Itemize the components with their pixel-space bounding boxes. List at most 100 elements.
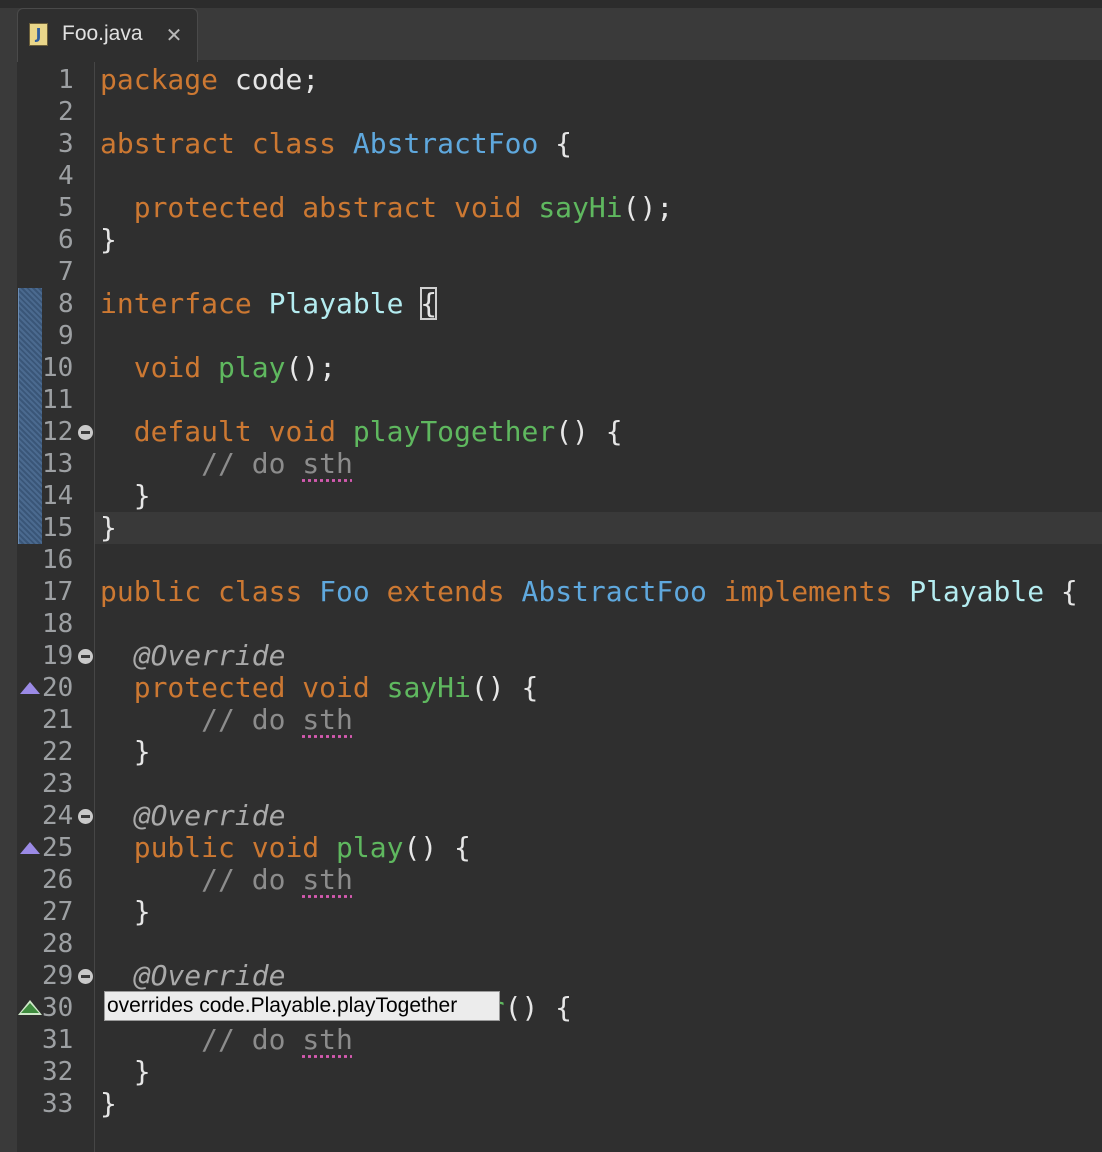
- code-line: 19 @Override: [0, 640, 1102, 672]
- line-number: 31: [42, 1025, 74, 1055]
- code-text[interactable]: }: [100, 1088, 117, 1120]
- code-line: 29 @Override: [0, 960, 1102, 992]
- code-line: 2: [0, 96, 1102, 128]
- code-token: @Override: [133, 799, 286, 832]
- tab-foo-java[interactable]: J Foo.java ✕: [17, 8, 198, 62]
- line-number: 14: [42, 481, 74, 511]
- code-token: AbstractFoo: [352, 127, 539, 160]
- code-token: code;: [218, 63, 320, 96]
- override-marker-icon[interactable]: [20, 682, 40, 694]
- code-token: void: [133, 351, 202, 384]
- code-token: // do: [201, 703, 303, 736]
- line-number: 29: [42, 961, 74, 991]
- line-number: 27: [42, 897, 74, 927]
- code-token: }: [100, 895, 151, 928]
- fold-collapse-icon[interactable]: [78, 809, 93, 824]
- code-token: }: [100, 735, 151, 768]
- code-token: sth: [302, 1023, 353, 1056]
- line-number: 16: [42, 545, 74, 575]
- fold-collapse-icon[interactable]: [78, 425, 93, 440]
- code-token: }: [100, 511, 117, 544]
- code-text[interactable]: // do sth: [100, 448, 353, 480]
- code-text[interactable]: void play();: [100, 352, 336, 384]
- code-text[interactable]: // do sth: [100, 704, 353, 736]
- line-number: 17: [42, 577, 74, 607]
- code-text[interactable]: @Override: [100, 639, 286, 672]
- code-line: 31 // do sth: [0, 1024, 1102, 1056]
- line-number: 3: [58, 129, 74, 159]
- code-token: interface: [100, 287, 252, 320]
- code-line: 3 abstract class AbstractFoo {: [0, 128, 1102, 160]
- code-text[interactable]: public class Foo extends AbstractFoo imp…: [100, 576, 1078, 608]
- code-token: @Override: [133, 639, 286, 672]
- fold-collapse-icon[interactable]: [78, 969, 93, 984]
- code-line: 7: [0, 256, 1102, 288]
- code-token: }: [100, 223, 117, 256]
- code-line: 24 @Override: [0, 800, 1102, 832]
- code-text[interactable]: // do sth: [100, 864, 353, 896]
- code-token: class: [218, 575, 303, 608]
- code-text[interactable]: abstract class AbstractFoo {: [100, 128, 572, 160]
- code-text[interactable]: }: [100, 224, 117, 256]
- code-token: () {: [555, 415, 623, 448]
- code-token: abstract: [100, 127, 235, 160]
- line-number: 2: [58, 97, 74, 127]
- code-text[interactable]: }: [100, 736, 151, 768]
- code-text[interactable]: }: [100, 480, 151, 512]
- code-line: 23: [0, 768, 1102, 800]
- code-token: void: [268, 415, 337, 448]
- editor-tab-bar: J Foo.java ✕: [0, 0, 1102, 62]
- code-token: Playable: [268, 287, 404, 320]
- line-number: 19: [42, 641, 74, 671]
- code-line: 12 default void playTogether() {: [0, 416, 1102, 448]
- line-number: 10: [42, 353, 74, 383]
- code-line: 32 }: [0, 1056, 1102, 1088]
- code-text[interactable]: }: [100, 1056, 151, 1088]
- line-number: 26: [42, 865, 74, 895]
- line-number: 8: [58, 289, 74, 319]
- code-token: {: [538, 127, 573, 160]
- line-number: 28: [42, 929, 74, 959]
- code-line: 1 package code;: [0, 64, 1102, 96]
- line-number: 7: [58, 257, 74, 287]
- code-text[interactable]: }: [100, 512, 117, 544]
- code-text[interactable]: package code;: [100, 64, 319, 96]
- line-number: 30: [42, 993, 74, 1023]
- code-text[interactable]: protected void sayHi() {: [100, 671, 539, 704]
- code-token: void: [302, 671, 370, 704]
- code-text[interactable]: default void playTogether() {: [100, 416, 623, 448]
- code-text[interactable]: }: [100, 896, 151, 928]
- close-icon[interactable]: ✕: [163, 24, 185, 46]
- code-text[interactable]: @Override: [100, 799, 286, 832]
- code-line: 14 }: [0, 480, 1102, 512]
- line-number: 33: [42, 1089, 74, 1119]
- code-token: () {: [504, 991, 573, 1024]
- implements-marker-icon[interactable]: [18, 1000, 42, 1015]
- code-line: 20 protected void sayHi() {: [0, 672, 1102, 704]
- code-text[interactable]: interface Playable {: [100, 287, 438, 320]
- code-line: 13 // do sth: [0, 448, 1102, 480]
- code-token: () {: [403, 831, 471, 864]
- override-marker-icon[interactable]: [20, 842, 40, 854]
- code-text[interactable]: protected abstract void sayHi();: [100, 192, 673, 224]
- line-number: 11: [42, 385, 74, 415]
- code-text[interactable]: public void play() {: [100, 832, 471, 864]
- code-token: void: [454, 191, 522, 224]
- code-text[interactable]: // do sth: [100, 1024, 353, 1056]
- code-token: }: [100, 479, 151, 512]
- code-text[interactable]: @Override: [100, 960, 286, 992]
- fold-collapse-icon[interactable]: [78, 649, 93, 664]
- override-tooltip: overrides code.Playable.playTogether: [104, 991, 500, 1021]
